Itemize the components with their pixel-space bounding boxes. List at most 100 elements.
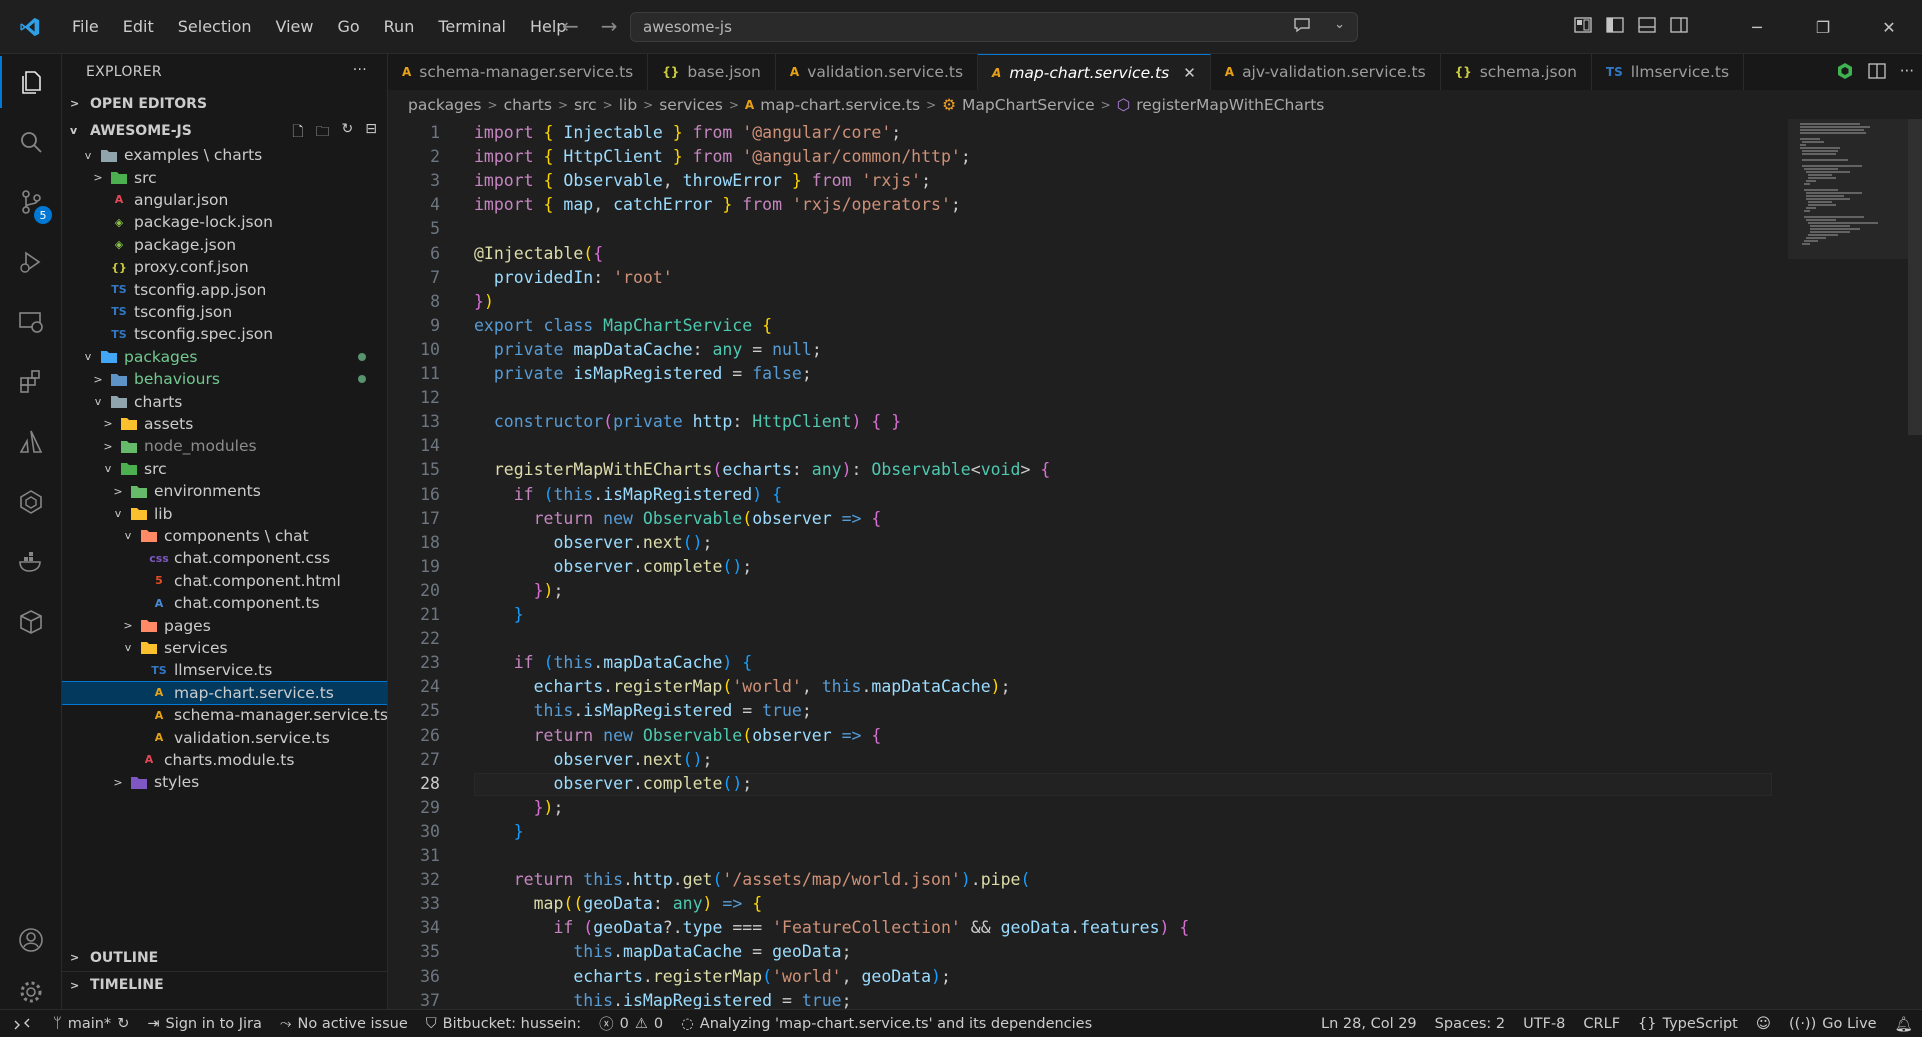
search-icon[interactable] [0, 116, 62, 168]
tab-llmservice-ts[interactable]: TS llmservice.ts [1592, 54, 1745, 90]
code-line[interactable]: return new Observable(observer => { [474, 509, 882, 528]
menu-item-go[interactable]: Go [325, 17, 371, 36]
code-line[interactable]: return this.http.get('/assets/map/world.… [474, 870, 1031, 889]
code-line[interactable]: observer.next(); [474, 533, 712, 552]
jira-status[interactable]: ⇥ Sign in to Jira [138, 1016, 271, 1032]
tree-item[interactable]: > assets [62, 413, 387, 435]
code-line[interactable]: private isMapRegistered = false; [474, 364, 812, 383]
code-line[interactable]: if (this.isMapRegistered) { [474, 485, 782, 504]
tree-item[interactable]: Achat.component.ts [62, 592, 387, 614]
code-line[interactable]: return new Observable(observer => { [474, 726, 882, 745]
cursor-position[interactable]: Ln 28, Col 29 [1312, 1016, 1426, 1032]
tree-item[interactable]: Amap-chart.service.ts [62, 680, 387, 706]
tree-item[interactable]: Aschema-manager.service.ts [62, 704, 387, 726]
customize-layout-icon[interactable] [1574, 17, 1592, 37]
menu-item-selection[interactable]: Selection [166, 17, 264, 36]
tree-item[interactable]: v examples \ charts [62, 144, 387, 166]
end-of-line[interactable]: CRLF [1574, 1016, 1629, 1032]
menu-item-file[interactable]: File [60, 17, 111, 36]
account-icon[interactable] [0, 914, 62, 966]
scrollbar-thumb[interactable] [1908, 119, 1922, 435]
tree-item[interactable]: v services [62, 637, 387, 659]
menu-item-view[interactable]: View [264, 17, 326, 36]
copilot-icon[interactable]: ☺ [1747, 1016, 1780, 1032]
code-line[interactable]: observer.complete(); [474, 557, 752, 576]
code-line[interactable]: this.mapDataCache = geoData; [474, 942, 851, 961]
tree-item[interactable]: Acharts.module.ts [62, 749, 387, 771]
tree-item[interactable]: > pages [62, 614, 387, 636]
tree-item[interactable]: css chat.component.css [62, 547, 387, 569]
workspace-section[interactable]: v AWESOME-JS 🗋 🗀 ↻ ⊟ [62, 117, 387, 144]
outline-section[interactable]: > OUTLINE [62, 944, 387, 971]
open-editors-section[interactable]: > OPEN EDITORS [62, 90, 387, 117]
refresh-icon[interactable]: ↻ [342, 121, 354, 145]
code-line[interactable]: }); [474, 581, 564, 600]
code-line[interactable]: echarts.registerMap('world', geoData); [474, 967, 951, 986]
language-mode[interactable]: {} TypeScript [1629, 1016, 1747, 1032]
tree-item[interactable]: v packages [62, 346, 387, 368]
problems-status[interactable]: ⓧ 0 ⚠ 0 [590, 1013, 672, 1034]
back-arrow-icon[interactable]: ← [562, 14, 579, 38]
code-line[interactable]: if (geoData?.type === 'FeatureCollection… [474, 918, 1189, 937]
tree-item[interactable]: TS tsconfig.spec.json [62, 323, 387, 345]
breadcrumb-item[interactable]: registerMapWithECharts [1136, 96, 1324, 114]
explorer-icon[interactable] [0, 56, 62, 108]
breadcrumb-item[interactable]: services [659, 96, 723, 114]
tab-ajv-validation-service-ts[interactable]: Aajv-validation.service.ts [1211, 54, 1441, 90]
go-live-button[interactable]: ((·)) Go Live [1780, 1016, 1886, 1032]
tab-schema-json[interactable]: {} schema.json [1441, 54, 1592, 90]
bitbucket-status[interactable]: ⛉ Bitbucket: hussein: [417, 1016, 590, 1032]
close-tab-icon[interactable]: ✕ [1183, 64, 1196, 82]
menu-item-terminal[interactable]: Terminal [426, 17, 518, 36]
new-folder-icon[interactable]: 🗀 [316, 121, 330, 145]
toggle-panel-icon[interactable] [1638, 17, 1656, 37]
code-line[interactable]: }); [474, 798, 564, 817]
source-control-icon[interactable]: 5 [0, 176, 62, 228]
close-window-icon[interactable]: ✕ [1856, 18, 1922, 37]
containers-icon[interactable] [0, 596, 62, 648]
tab-validation-service-ts[interactable]: Avalidation.service.ts [776, 54, 979, 90]
run-debug-icon[interactable] [0, 236, 62, 288]
tree-item[interactable]: 5 chat.component.html [62, 570, 387, 592]
hexagon-extension-icon[interactable] [0, 476, 62, 528]
vertical-scrollbar[interactable] [1908, 119, 1922, 1009]
breadcrumb-item[interactable]: charts [504, 96, 552, 114]
code-line[interactable]: export class MapChartService { [474, 316, 772, 335]
split-editor-icon[interactable] [1868, 62, 1886, 84]
tree-item[interactable]: v src [62, 458, 387, 480]
indentation[interactable]: Spaces: 2 [1426, 1016, 1514, 1032]
code-line[interactable]: observer.complete(); [474, 774, 752, 793]
toggle-secondary-sidebar-icon[interactable] [1670, 17, 1688, 37]
code-line[interactable]: } [474, 605, 524, 624]
code-line[interactable]: if (this.mapDataCache) { [474, 653, 752, 672]
breadcrumb-item[interactable]: src [574, 96, 597, 114]
code-line[interactable]: registerMapWithECharts(echarts: any): Ob… [474, 460, 1050, 479]
collapse-all-icon[interactable]: ⊟ [365, 121, 377, 145]
tree-item[interactable]: v charts [62, 390, 387, 412]
breadcrumb-item[interactable]: lib [619, 96, 637, 114]
code-editor[interactable]: 1 import { Injectable } from '@angular/co… [388, 119, 1788, 1010]
tree-item[interactable]: > styles [62, 771, 387, 793]
remote-indicator-icon[interactable] [0, 1010, 44, 1037]
code-line[interactable]: }) [474, 292, 494, 311]
tree-item[interactable]: Aangular.json [62, 189, 387, 211]
remote-explorer-icon[interactable] [0, 296, 62, 348]
tab-schema-manager-service-ts[interactable]: Aschema-manager.service.ts [388, 54, 649, 90]
encoding[interactable]: UTF-8 [1514, 1016, 1574, 1032]
atlassian-icon[interactable] [0, 416, 62, 468]
hexagon-run-icon[interactable] [1836, 62, 1854, 84]
code-line[interactable]: } [474, 822, 524, 841]
code-line[interactable]: import { map, catchError } from 'rxjs/op… [474, 195, 961, 214]
tree-item[interactable]: v components \ chat [62, 525, 387, 547]
tree-item[interactable]: ◈ package.json [62, 234, 387, 256]
code-line[interactable]: private mapDataCache: any = null; [474, 340, 822, 359]
minimize-icon[interactable]: ─ [1724, 18, 1790, 37]
forward-arrow-icon[interactable]: → [601, 14, 618, 38]
code-line[interactable]: this.isMapRegistered = true; [474, 991, 851, 1010]
extensions-icon[interactable] [0, 356, 62, 408]
menu-item-run[interactable]: Run [372, 17, 427, 36]
more-actions-icon[interactable]: ··· [1900, 62, 1914, 84]
branch-status[interactable]: ᛘ main* ↻ [44, 1016, 138, 1032]
code-line[interactable]: this.isMapRegistered = true; [474, 701, 812, 720]
command-center-search[interactable]: awesome-js ⌄ [630, 12, 1358, 42]
